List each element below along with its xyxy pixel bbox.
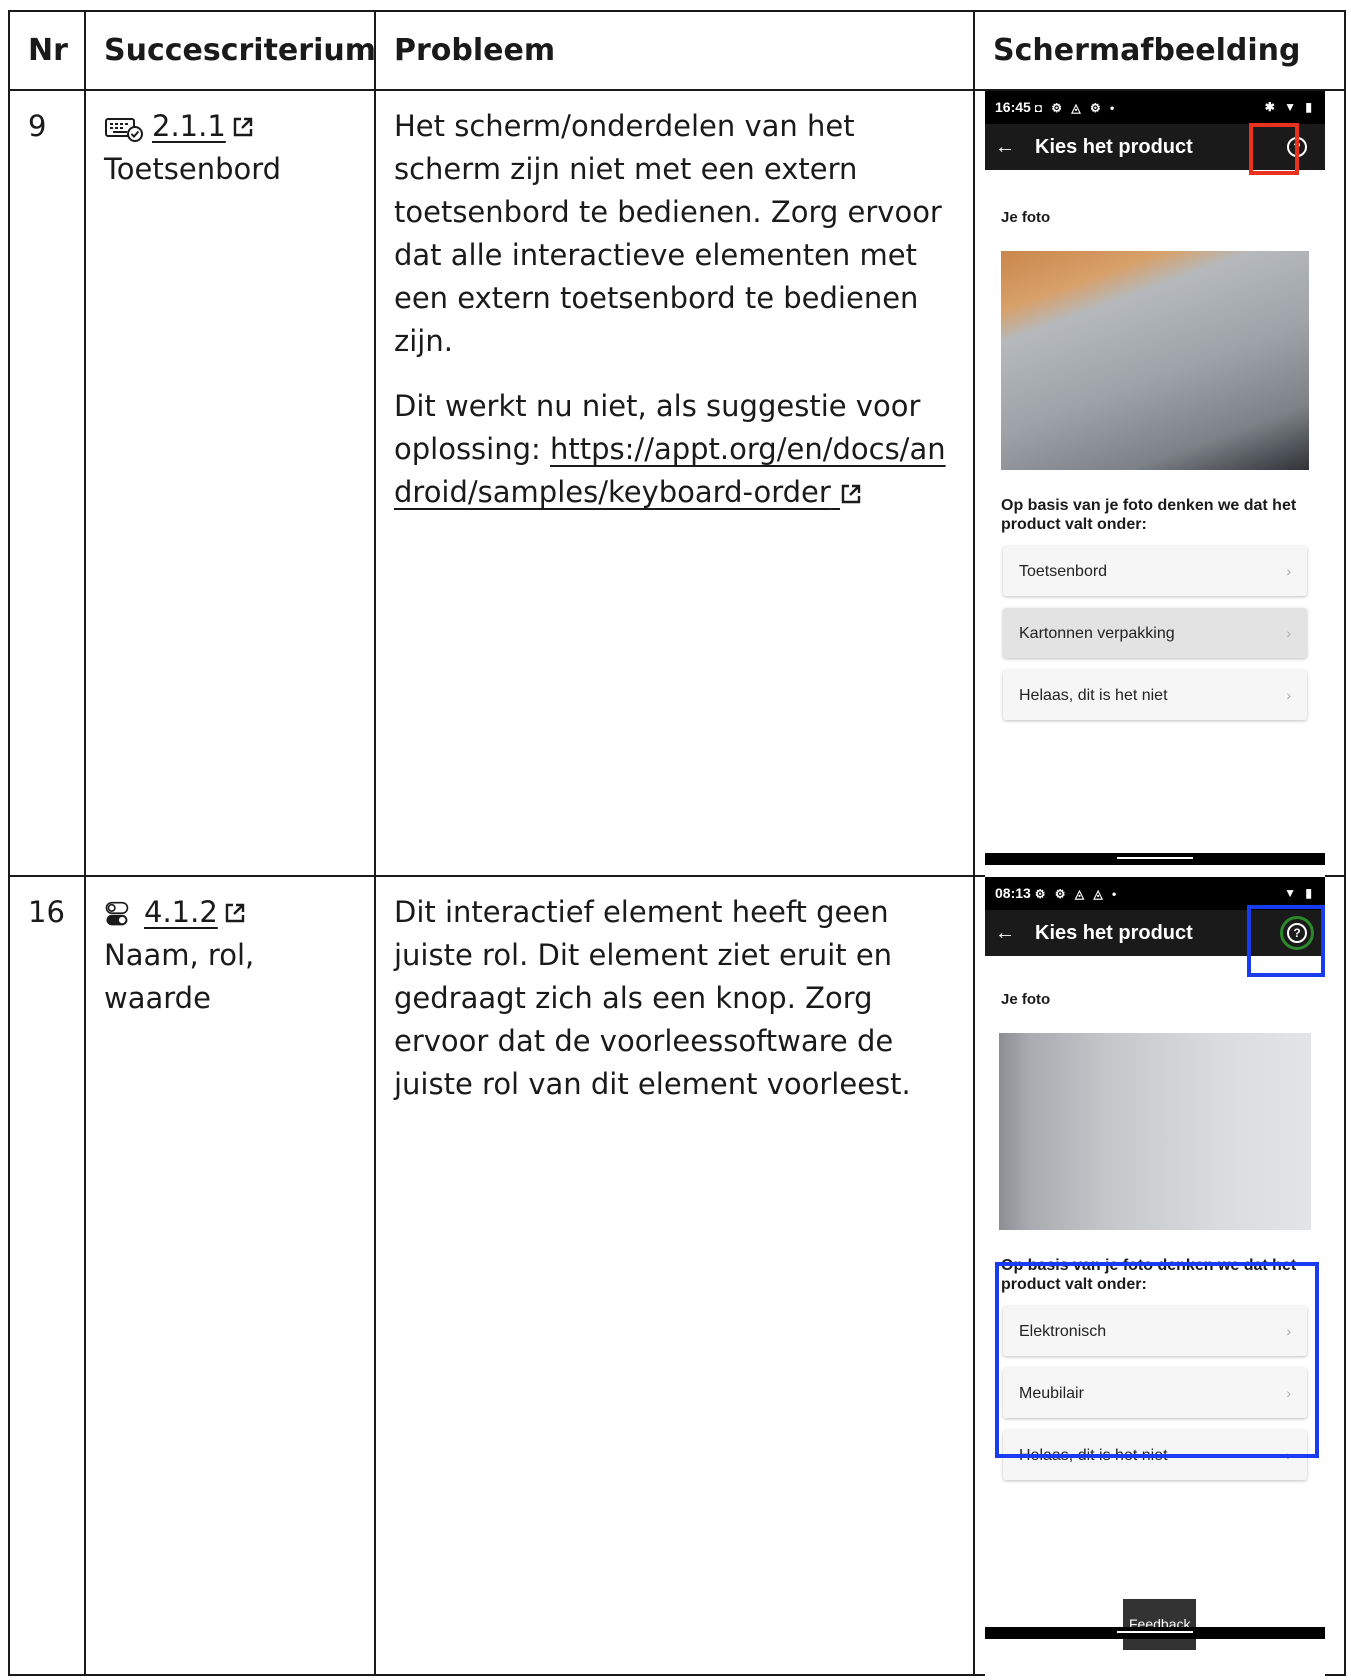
phone-screenshot: 08:13 ⚙ ⚙ ◬ ◬ • ▼ ▮ ← Kies het product ?… (985, 877, 1325, 1676)
status-time: 08:13 (995, 884, 1031, 901)
problem-cell: Dit interactief element heeft geen juist… (374, 875, 975, 1676)
table-row: 16 4.1.2 Naam, rol, waarde Dit interacti… (8, 875, 1346, 1676)
chevron-right-icon: › (1286, 624, 1291, 641)
status-bar: 16:45 ◘ ⚙ ◬ ⚙ • ✱ ▼ ▮ (985, 91, 1325, 124)
row-number: 9 (8, 89, 86, 877)
screenshot-cell: 08:13 ⚙ ⚙ ◬ ◬ • ▼ ▮ ← Kies het product ?… (973, 875, 1346, 1676)
product-photo (1001, 251, 1309, 470)
screenshot-cell: 16:45 ◘ ⚙ ◬ ⚙ • ✱ ▼ ▮ ← Kies het product… (973, 89, 1346, 877)
header-nr: Nr (8, 10, 86, 91)
option-button[interactable]: Helaas, dit is het niet › (1003, 670, 1307, 720)
header-row: Nr Succescriterium Probleem Schermafbeel… (8, 10, 1346, 91)
header-criterion: Succescriterium (84, 10, 376, 91)
problem-cell: Het scherm/onderdelen van het scherm zij… (374, 89, 975, 877)
back-arrow-icon[interactable]: ← (995, 912, 1035, 955)
problem-text: Het scherm/onderdelen van het scherm zij… (394, 109, 942, 358)
status-icons: ⚙ ⚙ ◬ ◬ • (1034, 886, 1120, 901)
criterion-number: 2.1.1 (152, 109, 226, 143)
feedback-button[interactable]: Feedback (1123, 1599, 1197, 1650)
issue-highlight (1249, 123, 1299, 175)
criterion-link[interactable]: 2.1.1 (152, 105, 254, 148)
back-arrow-icon[interactable]: ← (995, 126, 1035, 169)
option-button[interactable]: Toetsenbord › (1003, 546, 1307, 596)
chevron-right-icon: › (1286, 686, 1291, 703)
problem-text: Dit interactief element heeft geen juist… (394, 895, 911, 1101)
header-screenshot: Schermafbeelding (973, 10, 1346, 91)
issue-highlight (1247, 905, 1325, 977)
suggestion-text: Dit werkt nu niet, als suggestie voor op… (394, 385, 955, 514)
option-button[interactable]: Kartonnen verpakking › (1003, 608, 1307, 658)
external-link-icon (233, 117, 252, 136)
option-label: Helaas, dit is het niet (1019, 686, 1168, 704)
external-link-icon (225, 903, 244, 922)
header-problem: Probleem (374, 10, 975, 91)
home-pill[interactable] (1117, 1631, 1193, 1633)
option-label: Toetsenbord (1019, 562, 1108, 580)
issue-highlight (995, 1262, 1319, 1458)
criterion-name: Naam, rol, waarde (104, 938, 255, 1015)
chevron-right-icon: › (1286, 562, 1291, 579)
criterion-cell: 4.1.2 Naam, rol, waarde (84, 875, 376, 1676)
table-row: 9 2.1.1 Toetsenbord Het scherm/onderdele… (8, 89, 1346, 877)
product-photo (999, 1033, 1311, 1230)
je-foto-label: Je foto (1001, 209, 1051, 226)
basis-text: Op basis van je foto denken we dat het p… (1001, 497, 1297, 533)
criterion-cell: 2.1.1 Toetsenbord (84, 89, 376, 877)
phone-screenshot: 16:45 ◘ ⚙ ◬ ⚙ • ✱ ▼ ▮ ← Kies het product… (985, 91, 1325, 877)
external-link-icon (841, 484, 861, 504)
audit-table: Nr Succescriterium Probleem Schermafbeel… (8, 10, 1346, 1676)
criterion-name: Toetsenbord (104, 152, 282, 186)
nav-bar (985, 1627, 1325, 1639)
status-time: 16:45 (995, 98, 1031, 115)
row-number: 16 (8, 875, 86, 1676)
option-label: Kartonnen verpakking (1019, 624, 1175, 642)
nav-bar (985, 853, 1325, 865)
je-foto-label: Je foto (1001, 991, 1051, 1008)
home-pill[interactable] (1117, 857, 1193, 859)
criterion-number: 4.1.2 (144, 895, 218, 929)
keyboard-icon (105, 118, 143, 142)
criterion-link[interactable]: 4.1.2 (144, 891, 246, 934)
status-icons: ◘ ⚙ ◬ ⚙ • (1034, 100, 1118, 115)
toggle-icon (105, 901, 129, 926)
